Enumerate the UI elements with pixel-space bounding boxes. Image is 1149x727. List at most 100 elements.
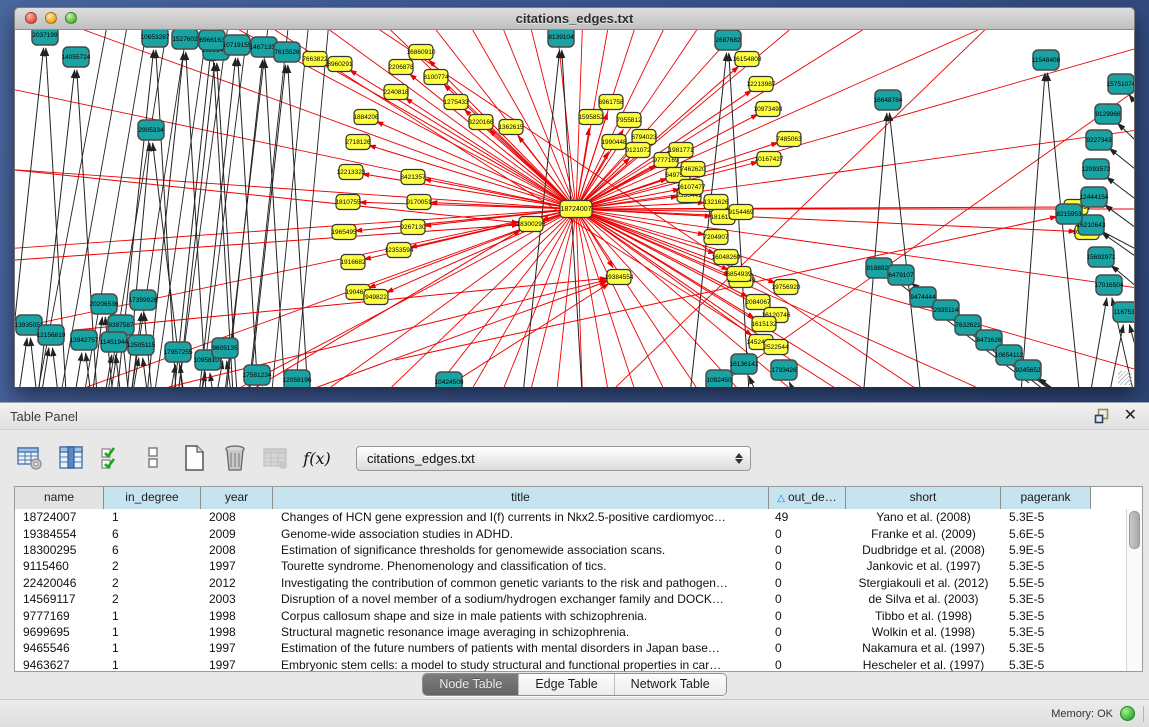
graph-node[interactable]: 1321626 bbox=[703, 195, 729, 210]
cell-name[interactable]: 18724007 bbox=[15, 510, 104, 524]
graph-node[interactable]: 8139104 bbox=[548, 30, 574, 47]
cell-title[interactable]: Corpus callosum shape and size in male p… bbox=[273, 609, 769, 623]
graph-edge[interactable] bbox=[576, 209, 634, 387]
table-row[interactable]: 946554611997Estimation of the future num… bbox=[15, 640, 1127, 656]
table-select-dropdown[interactable]: citations_edges.txt bbox=[356, 446, 751, 471]
graph-edge[interactable] bbox=[576, 131, 1134, 209]
graph-node[interactable]: 7663822 bbox=[302, 52, 328, 67]
graph-node[interactable]: 7204907 bbox=[703, 230, 729, 245]
cell-short[interactable]: Dudbridge et al. (2008) bbox=[846, 543, 1001, 557]
graph-node[interactable]: 3220166 bbox=[468, 115, 494, 130]
graph-node[interactable]: 9170051 bbox=[406, 195, 432, 210]
graph-edge[interactable] bbox=[889, 113, 928, 387]
graph-node[interactable]: 17359926 bbox=[129, 290, 158, 310]
graph-node[interactable]: 1990448 bbox=[601, 135, 627, 150]
graph-edge[interactable] bbox=[1117, 123, 1134, 159]
cell-name[interactable]: 18300295 bbox=[15, 543, 104, 557]
cell-pagerank[interactable]: 5.5E-5 bbox=[1001, 576, 1091, 590]
column-header-title[interactable]: title bbox=[273, 487, 769, 509]
new-column-icon[interactable] bbox=[180, 444, 208, 472]
cell-short[interactable]: Tibbo et al. (1998) bbox=[846, 609, 1001, 623]
graph-edge[interactable] bbox=[576, 209, 607, 387]
cell-in_degree[interactable]: 1 bbox=[104, 641, 201, 655]
graph-node[interactable]: 1916682 bbox=[340, 255, 366, 270]
graph-node[interactable]: 17581234 bbox=[243, 365, 272, 385]
graph-edge[interactable] bbox=[15, 170, 519, 223]
cell-out_degree[interactable]: 0 bbox=[769, 609, 846, 623]
cell-title[interactable]: Genome-wide association studies in ADHD. bbox=[273, 527, 769, 541]
column-header-short[interactable]: short bbox=[846, 487, 1001, 509]
graph-node[interactable]: 17016504 bbox=[1095, 275, 1124, 295]
graph-node[interactable]: 11548408 bbox=[1032, 50, 1061, 70]
table-row[interactable]: 911546021997Tourette syndrome. Phenomeno… bbox=[15, 558, 1127, 574]
graph-node[interactable]: 15751074 bbox=[1107, 74, 1134, 94]
graph-node[interactable]: 12353594 bbox=[385, 243, 414, 258]
graph-node[interactable]: 16136141 bbox=[730, 354, 759, 374]
cell-year[interactable]: 2003 bbox=[201, 592, 273, 606]
cell-title[interactable]: Changes of HCN gene expression and I(f) … bbox=[273, 510, 769, 524]
cell-in_degree[interactable]: 1 bbox=[104, 609, 201, 623]
graph-node[interactable]: 9154469 bbox=[728, 205, 754, 220]
cell-out_degree[interactable]: 49 bbox=[769, 510, 846, 524]
graph-edge[interactable] bbox=[241, 30, 290, 387]
graph-node[interactable]: 1527602 bbox=[172, 30, 198, 49]
graph-edge[interactable] bbox=[1079, 298, 1107, 387]
table-row[interactable]: 1456911722003Disruption of a novel membe… bbox=[15, 591, 1127, 607]
graph-node[interactable]: 1733426 bbox=[771, 360, 797, 380]
graph-node[interactable]: 2206878 bbox=[388, 60, 414, 75]
graph-node[interactable]: 18724007 bbox=[560, 201, 592, 218]
cell-name[interactable]: 9699695 bbox=[15, 625, 104, 639]
graph-node[interactable]: 1981771 bbox=[668, 143, 694, 158]
cell-short[interactable]: Hescheler et al. (1997) bbox=[846, 658, 1001, 671]
graph-node[interactable]: 6966163 bbox=[199, 30, 225, 50]
network-view-window[interactable]: citations_edges.txt 18724007161548081221… bbox=[14, 7, 1135, 386]
graph-node[interactable]: 8421357 bbox=[400, 170, 426, 185]
tab-network-table[interactable]: Network Table bbox=[614, 674, 726, 695]
graph-node[interactable]: 2905334 bbox=[138, 120, 164, 140]
zoom-window-button[interactable] bbox=[65, 12, 77, 24]
table-row[interactable]: 969969511998Structural magnetic resonanc… bbox=[15, 624, 1127, 640]
graph-edge[interactable] bbox=[1106, 177, 1134, 214]
graph-node[interactable]: 15692971 bbox=[1087, 247, 1116, 267]
graph-edge[interactable] bbox=[1105, 205, 1135, 242]
cell-pagerank[interactable]: 5.3E-5 bbox=[1001, 641, 1091, 655]
graph-edge[interactable] bbox=[576, 49, 1134, 209]
graph-node[interactable]: 7955812 bbox=[616, 113, 642, 128]
graph-node[interactable]: 12213987 bbox=[747, 77, 776, 92]
graph-node[interactable]: 12444154 bbox=[1080, 187, 1109, 207]
graph-node[interactable]: 12505115 bbox=[127, 335, 156, 355]
graph-edge[interactable] bbox=[789, 382, 824, 387]
graph-node[interactable]: 16048269 bbox=[712, 250, 741, 265]
table-scrollbar[interactable] bbox=[1126, 509, 1142, 671]
cell-name[interactable]: 19384554 bbox=[15, 527, 104, 541]
cell-out_degree[interactable]: 0 bbox=[769, 576, 846, 590]
cell-name[interactable]: 9115460 bbox=[15, 559, 104, 573]
table-row[interactable]: 1830029562008Estimation of significance … bbox=[15, 542, 1127, 558]
graph-edge[interactable] bbox=[145, 30, 210, 387]
cell-out_degree[interactable]: 0 bbox=[769, 592, 846, 606]
graph-node[interactable]: 13942757 bbox=[70, 330, 99, 350]
graph-node[interactable]: 949822 bbox=[364, 290, 388, 305]
table-mode-icon[interactable] bbox=[16, 444, 44, 472]
graph-node[interactable]: 16860910 bbox=[407, 45, 436, 60]
graph-node[interactable]: 2522544 bbox=[763, 340, 789, 355]
graph-node[interactable]: 1615132 bbox=[751, 317, 777, 332]
tab-node-table[interactable]: Node Table bbox=[423, 674, 518, 695]
graph-node[interactable]: 9245652 bbox=[1015, 360, 1041, 380]
cell-out_degree[interactable]: 0 bbox=[769, 559, 846, 573]
graph-node[interactable]: 9605135 bbox=[212, 338, 238, 358]
cell-name[interactable]: 22420046 bbox=[15, 576, 104, 590]
cell-in_degree[interactable]: 2 bbox=[104, 559, 201, 573]
memory-ok-icon[interactable] bbox=[1120, 706, 1135, 721]
unselect-all-icon[interactable] bbox=[139, 444, 167, 472]
cell-year[interactable]: 1998 bbox=[201, 625, 273, 639]
graph-node[interactable]: 9474444 bbox=[910, 287, 936, 307]
graph-node[interactable]: 10973493 bbox=[754, 102, 783, 117]
cell-pagerank[interactable]: 5.3E-5 bbox=[1001, 658, 1091, 671]
graph-node[interactable]: 12156819 bbox=[37, 325, 66, 345]
select-all-icon[interactable] bbox=[98, 444, 126, 472]
cell-name[interactable]: 9463627 bbox=[15, 658, 104, 671]
graph-node[interactable]: 1810755 bbox=[335, 195, 361, 210]
graph-edge[interactable] bbox=[227, 361, 240, 387]
graph-node[interactable]: 1884206 bbox=[353, 110, 379, 125]
